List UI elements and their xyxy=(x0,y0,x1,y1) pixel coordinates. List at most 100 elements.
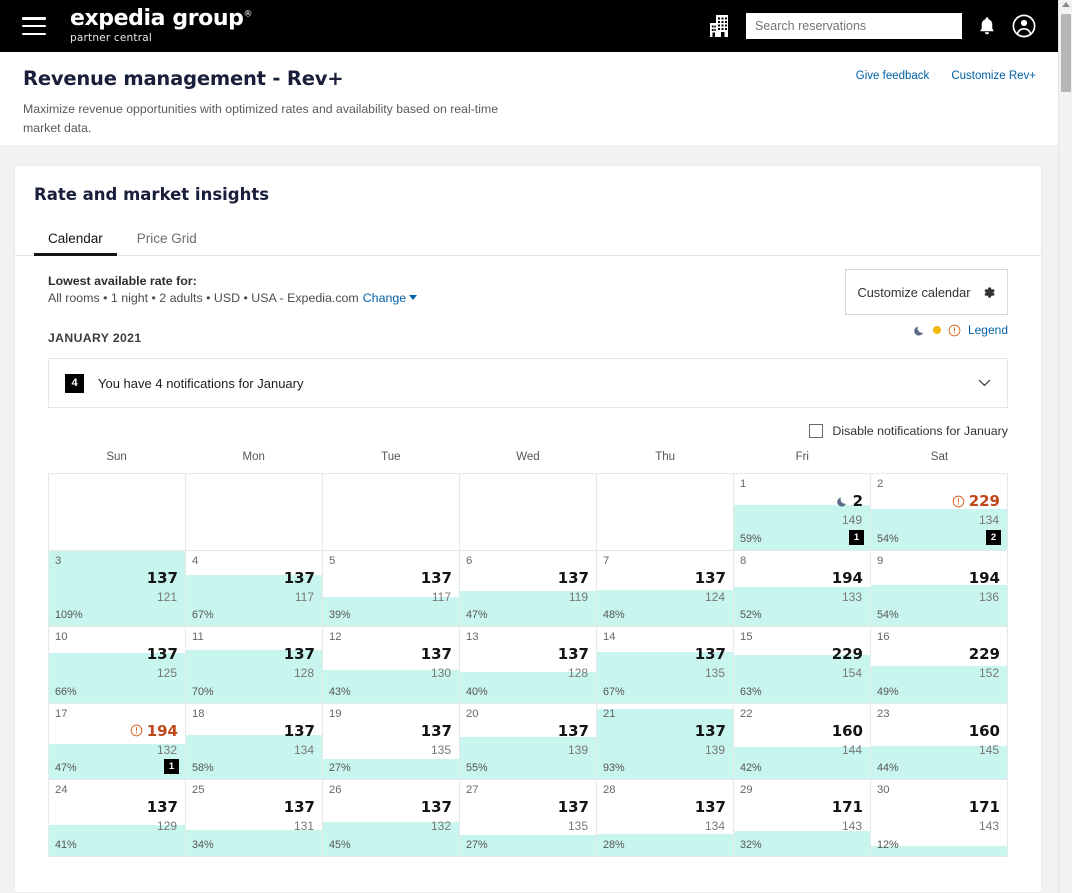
calendar-day-cell[interactable]: 1 2 149 59% 1 xyxy=(734,474,871,551)
brand-logo[interactable]: expedia group® partner central xyxy=(70,8,252,44)
calendar-day-cell[interactable]: 21 137 139 93% xyxy=(597,703,734,780)
legend-row[interactable]: Legend xyxy=(913,323,1008,337)
cell-market-rate: 131 xyxy=(293,819,314,833)
brand-name-text: expedia group xyxy=(70,6,244,32)
calendar-day-cell[interactable]: 18 137 134 58% xyxy=(186,703,323,780)
calendar-day-cell[interactable]: 20 137 139 55% xyxy=(460,703,597,780)
calendar-day-cell[interactable]: 6 137 119 47% xyxy=(460,550,597,627)
legend-link[interactable]: Legend xyxy=(968,323,1008,337)
calendar-day-cell[interactable]: 12 137 130 43% xyxy=(323,627,460,704)
cell-rate-number: 137 xyxy=(694,645,726,663)
weekday-fri: Fri xyxy=(795,451,809,463)
bell-icon[interactable] xyxy=(978,16,996,36)
cell-date-number: 7 xyxy=(603,554,610,567)
calendar-weekday-header: Sun Mon Tue Wed Thu Fri Sat xyxy=(48,451,1008,473)
calendar-cell-content: 6 137 119 47% xyxy=(460,551,596,627)
cell-rate-value: 229 xyxy=(832,645,863,663)
page-scrollbar[interactable] xyxy=(1058,0,1072,893)
chevron-down-icon xyxy=(409,295,418,300)
warning-circle-icon xyxy=(952,495,965,507)
cell-occupancy-percent: 67% xyxy=(603,685,625,698)
cell-market-rate: 133 xyxy=(841,589,862,604)
calendar-cell-content: 18 137 134 58% xyxy=(186,704,322,780)
chevron-down-icon[interactable] xyxy=(978,379,991,387)
calendar-day-cell[interactable]: 27 137 135 27% xyxy=(460,780,597,857)
cell-rate-value: 137 xyxy=(558,569,589,587)
hamburger-menu-icon[interactable] xyxy=(22,17,46,35)
month-label: JANUARY 2021 xyxy=(48,331,142,345)
cell-date-number: 2 xyxy=(877,478,884,490)
account-circle-icon[interactable] xyxy=(1012,14,1036,38)
calendar-day-cell[interactable]: 26 137 132 45% xyxy=(323,780,460,857)
calendar-day-cell[interactable]: 17 194 132 47% 1 xyxy=(49,703,186,780)
cell-rate-value: 137 xyxy=(558,645,589,663)
calendar-cell-content: 27 137 135 27% xyxy=(460,780,596,856)
calendar-day-cell[interactable]: 28 137 134 28% xyxy=(597,780,734,857)
calendar-day-cell[interactable]: 22 160 144 42% xyxy=(734,703,871,780)
calendar-cell-content: 15 229 154 63% xyxy=(734,627,870,703)
cell-rate-value: 137 xyxy=(284,722,315,740)
calendar-day-cell[interactable]: 11 137 128 70% xyxy=(186,627,323,704)
calendar-cell-content: 10 137 125 66% xyxy=(49,627,185,703)
calendar-day-cell[interactable]: 13 137 128 40% xyxy=(460,627,597,704)
calendar-day-cell[interactable]: 2 229 134 54% 2 xyxy=(871,474,1008,551)
yellow-dot-icon xyxy=(932,326,941,334)
calendar-cell-content: 9 194 136 54% xyxy=(871,551,1007,627)
calendar-day-cell[interactable]: 29 171 143 32% xyxy=(734,780,871,857)
cell-rate-value: 171 xyxy=(969,798,1000,816)
weekday-mon: Mon xyxy=(242,451,265,463)
calendar-day-cell[interactable]: 3 137 121 109% xyxy=(49,550,186,627)
calendar-day-cell[interactable]: 24 137 129 41% xyxy=(49,780,186,857)
calendar-day-cell[interactable]: 25 137 131 34% xyxy=(186,780,323,857)
cell-notification-badge[interactable]: 2 xyxy=(986,529,1001,545)
tab-calendar[interactable]: Calendar xyxy=(34,225,117,256)
cell-market-rate: 119 xyxy=(568,589,588,604)
cell-market-rate: 135 xyxy=(567,819,588,833)
page-title: Revenue management - Rev+ xyxy=(23,67,344,90)
cell-date-number: 26 xyxy=(329,784,342,796)
cell-date-number: 10 xyxy=(55,631,68,643)
give-feedback-link[interactable]: Give feedback xyxy=(856,70,930,82)
calendar-day-cell[interactable]: 23 160 145 44% xyxy=(871,703,1008,780)
search-reservations-box[interactable] xyxy=(746,13,962,39)
tab-price-grid[interactable]: Price Grid xyxy=(123,225,211,255)
customize-calendar-button[interactable]: Customize calendar xyxy=(845,269,1008,315)
calendar-day-cell[interactable]: 19 137 135 27% xyxy=(323,703,460,780)
cell-notification-badge[interactable]: 1 xyxy=(849,529,864,545)
cell-rate-number: 137 xyxy=(283,721,315,740)
scrollbar-thumb[interactable] xyxy=(1061,14,1071,92)
cell-rate-value: 2 xyxy=(836,492,863,510)
calendar-day-cell[interactable]: 10 137 125 66% xyxy=(49,627,186,704)
weekday-tue: Tue xyxy=(381,451,401,463)
cell-rate-number: 137 xyxy=(694,798,726,816)
calendar-cell-content: 26 137 132 45% xyxy=(323,780,459,856)
cell-occupancy-percent: 40% xyxy=(466,685,488,698)
calendar-day-cell[interactable]: 5 137 117 39% xyxy=(323,550,460,627)
building-icon[interactable] xyxy=(708,14,730,38)
calendar-day-cell[interactable]: 15 229 154 63% xyxy=(734,627,871,704)
calendar-cell-empty xyxy=(49,474,186,551)
change-rate-link[interactable]: Change xyxy=(363,291,418,305)
card-title: Rate and market insights xyxy=(34,185,270,204)
calendar-day-cell[interactable]: 7 137 124 48% xyxy=(597,550,734,627)
calendar-day-cell[interactable]: 4 137 117 67% xyxy=(186,550,323,627)
cell-rate-number: 137 xyxy=(420,568,452,587)
disable-notifications-checkbox[interactable] xyxy=(809,424,824,438)
calendar-day-cell[interactable]: 9 194 136 54% xyxy=(871,550,1008,627)
cell-rate-number: 137 xyxy=(283,568,315,587)
cell-rate-number: 137 xyxy=(420,798,452,816)
cell-rate-value: 137 xyxy=(558,722,589,740)
calendar-cell-content: 30 171 143 12% xyxy=(871,780,1007,856)
search-input[interactable] xyxy=(755,19,953,33)
calendar-day-cell[interactable]: 16 229 152 49% xyxy=(871,627,1008,704)
cell-date-number: 15 xyxy=(740,631,753,643)
notification-banner[interactable]: 4 You have 4 notifications for January xyxy=(48,358,1008,408)
cell-rate-value: 160 xyxy=(969,722,1000,740)
calendar-cell-content: 14 137 135 67% xyxy=(597,627,733,703)
cell-notification-badge[interactable]: 1 xyxy=(164,759,179,774)
calendar-day-cell[interactable]: 14 137 135 67% xyxy=(597,627,734,704)
scroll-up-arrow-icon[interactable] xyxy=(1062,2,1070,7)
calendar-day-cell[interactable]: 8 194 133 52% xyxy=(734,550,871,627)
customize-rev-link[interactable]: Customize Rev+ xyxy=(951,70,1036,82)
calendar-day-cell[interactable]: 30 171 143 12% xyxy=(871,780,1008,857)
